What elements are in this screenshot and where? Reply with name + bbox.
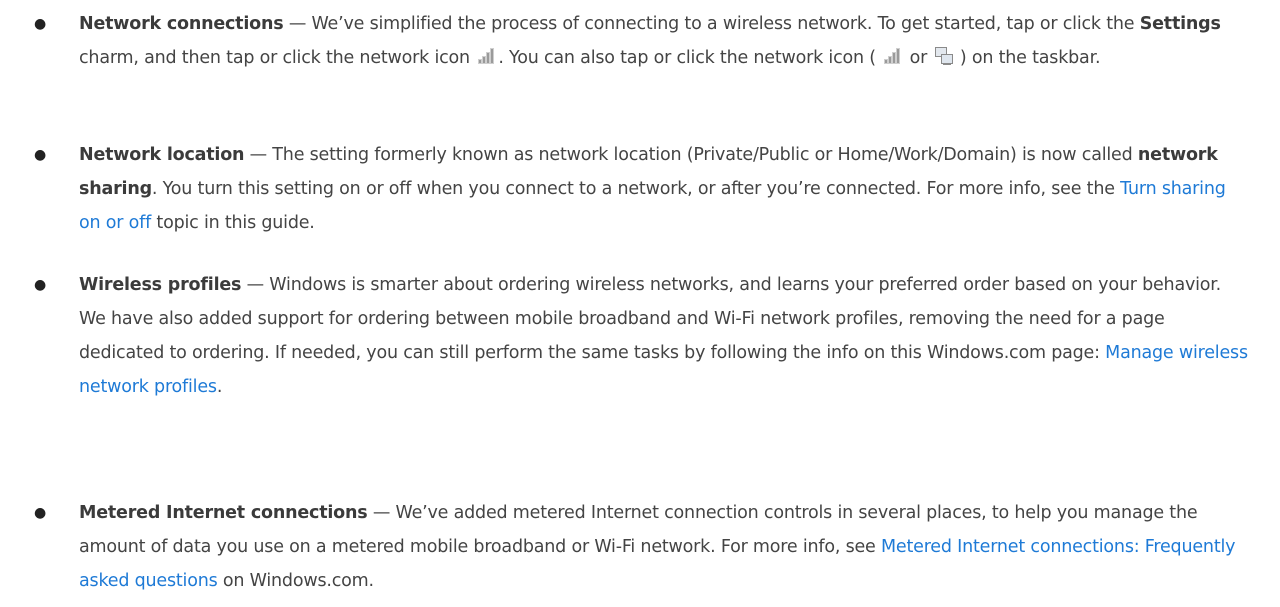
item-text: topic in this guide. (151, 213, 315, 233)
item-text: — The setting formerly known as network … (244, 145, 1138, 165)
item-strong: Settings (1139, 14, 1221, 34)
item-term: Wireless profiles (79, 275, 242, 295)
item-text: . You turn this setting on or off when y… (151, 179, 1121, 199)
list-item: ● Wireless profiles — Windows is smarter … (34, 268, 1249, 404)
item-text: charm, and then tap or click the network… (79, 48, 476, 68)
item-term: Network location (79, 145, 245, 165)
bullet-icon: ● (34, 147, 47, 163)
item-text: — Windows is smarter about ordering wire… (79, 275, 1222, 363)
item-text: . You can also tap or click the network … (498, 48, 882, 68)
list-item: ● Metered Internet connections — We’ve ad… (34, 496, 1249, 598)
item-text: — We’ve simplified the process of connec… (283, 14, 1140, 34)
wired-network-icon (934, 47, 953, 65)
item-text: on Windows.com. (217, 571, 374, 591)
item-text: ) on the taskbar. (954, 48, 1101, 68)
item-term: Network connections (79, 14, 284, 34)
document-page: ● Network connections — We’ve simplified … (0, 0, 1280, 607)
item-text: or (904, 48, 933, 68)
bullet-icon: ● (34, 16, 47, 32)
bullet-icon: ● (34, 277, 47, 293)
item-text: . (216, 377, 223, 397)
bullet-icon: ● (34, 505, 47, 521)
item-term: Metered Internet connections (79, 503, 368, 523)
network-signal-icon (477, 48, 496, 64)
list-item: ● Network connections — We’ve simplified … (34, 7, 1249, 75)
list-item: ● Network location — The setting formerly… (34, 138, 1249, 240)
network-signal-icon (883, 48, 902, 64)
